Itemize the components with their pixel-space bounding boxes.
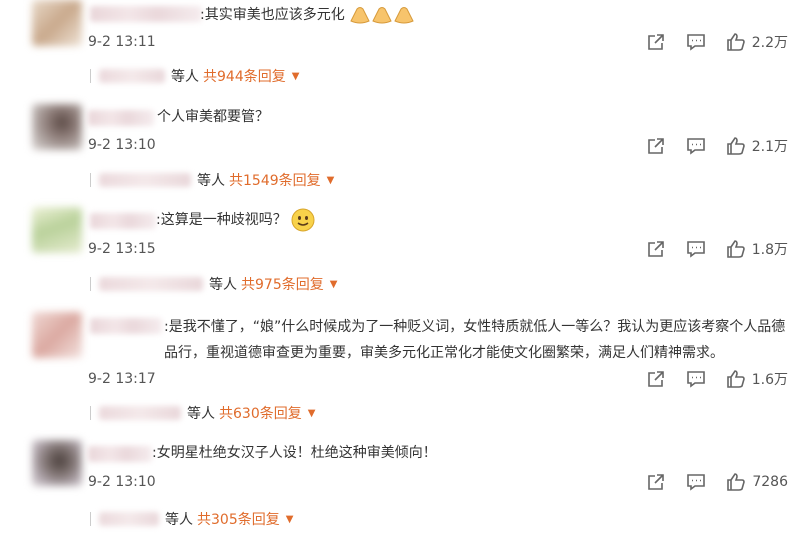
comment-body: :是我不懂了，“娘”什么时候成为了一种贬义词，女性特质就低人一等么？我认为更应该…	[164, 319, 786, 361]
reply-count[interactable]: 共975条回复	[241, 274, 324, 294]
share-icon	[647, 371, 664, 387]
timestamp: 9-2 13:15	[88, 241, 156, 257]
reply-summary[interactable]: 等人 共305条回复 ▼	[90, 509, 293, 529]
thumbs-up-icon	[726, 33, 745, 51]
thumbs-up-icon	[726, 370, 745, 388]
hands-icon	[394, 7, 414, 24]
smile-icon	[291, 208, 315, 232]
comment-button[interactable]	[686, 369, 706, 389]
divider	[90, 406, 91, 420]
divider	[90, 512, 91, 526]
comment-icon	[686, 241, 705, 258]
comment-button[interactable]	[686, 472, 706, 492]
reply-username[interactable]	[99, 69, 165, 83]
divider	[90, 173, 91, 187]
share-button[interactable]	[646, 32, 666, 52]
username[interactable]	[88, 446, 152, 462]
comment-text: :女明星杜绝女汉子人设！杜绝这种审美倾向！	[152, 440, 437, 466]
avatar[interactable]	[32, 440, 82, 486]
reply-prefix: 等人	[209, 277, 237, 293]
share-icon	[647, 138, 664, 154]
like-count: 7286	[752, 474, 788, 490]
like-button[interactable]: 7286	[726, 472, 788, 492]
chevron-down-icon[interactable]: ▼	[330, 279, 338, 290]
chevron-down-icon[interactable]: ▼	[327, 175, 335, 186]
reply-summary[interactable]: 等人 共944条回复 ▼	[90, 66, 299, 86]
comment-button[interactable]	[686, 32, 706, 52]
like-button[interactable]: 2.1万	[726, 136, 788, 156]
share-button[interactable]	[646, 472, 666, 492]
chevron-down-icon[interactable]: ▼	[292, 71, 300, 82]
username[interactable]	[90, 318, 162, 334]
like-count: 1.6万	[751, 372, 788, 388]
timestamp: 9-2 13:10	[88, 137, 156, 153]
share-button[interactable]	[646, 369, 666, 389]
thumbs-up-icon	[726, 137, 745, 155]
comment-text: :这算是一种歧视吗？	[156, 207, 315, 233]
like-button[interactable]: 1.6万	[726, 369, 788, 389]
comment-icon	[687, 474, 706, 491]
reply-count[interactable]: 共944条回复	[203, 66, 286, 86]
username[interactable]	[90, 6, 202, 22]
reply-count[interactable]: 共630条回复	[219, 403, 302, 423]
timestamp: 9-2 13:17	[88, 371, 156, 387]
share-button[interactable]	[646, 136, 666, 156]
username[interactable]	[88, 110, 154, 126]
divider	[90, 277, 91, 291]
reply-username[interactable]	[99, 277, 203, 291]
hands-icon	[372, 7, 392, 24]
thumbs-up-icon	[727, 473, 746, 491]
reply-count[interactable]: 共1549条回复	[229, 170, 321, 190]
comment-text: :其实审美也应该多元化	[200, 2, 415, 28]
reply-username[interactable]	[99, 406, 181, 420]
timestamp: 9-2 13:10	[88, 474, 156, 490]
reply-prefix: 等人	[187, 406, 215, 422]
like-count: 2.2万	[751, 35, 788, 51]
reply-summary[interactable]: 等人 共630条回复 ▼	[90, 403, 315, 423]
like-count: 1.8万	[751, 242, 788, 258]
comment-icon	[686, 371, 705, 388]
share-icon	[647, 34, 664, 50]
reply-prefix: 等人	[165, 512, 193, 528]
reply-prefix: 等人	[197, 173, 225, 189]
like-count: 2.1万	[751, 139, 788, 155]
reply-summary[interactable]: 等人 共975条回复 ▼	[90, 274, 337, 294]
comment-text: 个人审美都要管？	[157, 104, 269, 130]
comment-text: :是我不懂了，“娘”什么时候成为了一种贬义词，女性特质就低人一等么？我认为更应该…	[164, 314, 790, 366]
share-icon	[647, 241, 664, 257]
comment-icon	[686, 138, 705, 155]
timestamp: 9-2 13:11	[88, 34, 156, 50]
reply-summary[interactable]: 等人 共1549条回复 ▼	[90, 170, 334, 190]
comment-body: :这算是一种歧视吗？	[156, 212, 287, 228]
action-bar: 2.2万	[626, 32, 788, 52]
comment-body: :其实审美也应该多元化	[200, 7, 345, 23]
divider	[90, 69, 91, 83]
share-icon	[648, 474, 665, 490]
reply-username[interactable]	[99, 512, 159, 526]
reply-prefix: 等人	[171, 69, 199, 85]
action-bar: 1.8万	[626, 239, 788, 259]
action-bar: 2.1万	[626, 136, 788, 156]
share-button[interactable]	[646, 239, 666, 259]
like-button[interactable]: 2.2万	[726, 32, 788, 52]
avatar[interactable]	[32, 0, 82, 46]
thumbs-up-icon	[726, 240, 745, 258]
avatar[interactable]	[32, 312, 82, 358]
comment-button[interactable]	[686, 136, 706, 156]
chevron-down-icon[interactable]: ▼	[286, 514, 294, 525]
comment-icon	[686, 34, 705, 51]
like-button[interactable]: 1.8万	[726, 239, 788, 259]
reply-count[interactable]: 共305条回复	[197, 509, 280, 529]
reply-username[interactable]	[99, 173, 191, 187]
comment-body: 个人审美都要管？	[157, 109, 269, 125]
username[interactable]	[90, 213, 156, 229]
avatar[interactable]	[32, 104, 82, 150]
comment-body: :女明星杜绝女汉子人设！杜绝这种审美倾向！	[152, 445, 437, 461]
comment-button[interactable]	[686, 239, 706, 259]
hands-icon	[350, 7, 370, 24]
action-bar: 1.6万	[626, 369, 788, 389]
avatar[interactable]	[32, 207, 82, 253]
chevron-down-icon[interactable]: ▼	[308, 408, 316, 419]
action-bar: 7286	[626, 472, 788, 492]
